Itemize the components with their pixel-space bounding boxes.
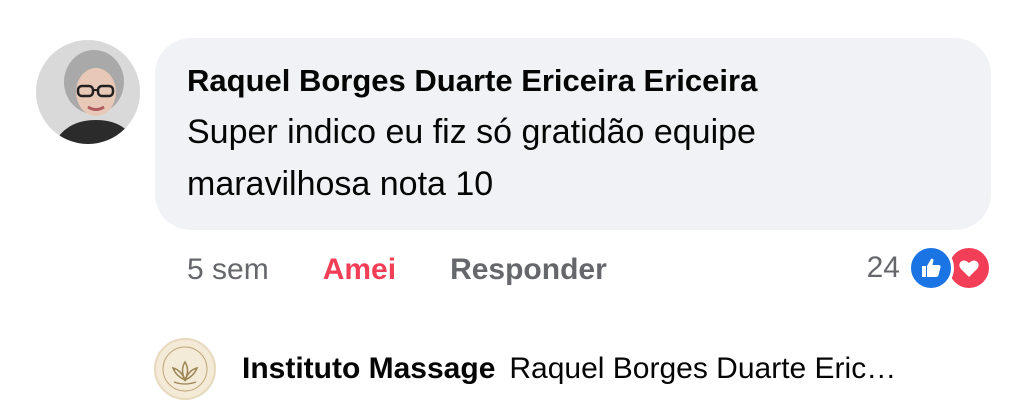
reply-button[interactable]: Responder [450, 253, 607, 287]
reply-author-name[interactable]: Instituto Massage [242, 352, 495, 386]
page-avatar[interactable] [154, 338, 216, 400]
reaction-count: 24 [866, 251, 900, 284]
comment-text-line-2: maravilhosa nota 10 [187, 165, 494, 203]
reply-preview[interactable]: Instituto Massage Raquel Borges Duarte E… [154, 336, 994, 402]
like-icon [908, 245, 954, 291]
reply-snippet: Raquel Borges Duarte Eric… [509, 352, 897, 385]
comment-timestamp[interactable]: 5 sem [187, 253, 269, 287]
comment-text: Super indico eu fiz só gratidão equipe m… [187, 106, 959, 210]
comment-text-line-1: Super indico eu fiz só gratidão equipe [187, 113, 756, 151]
comment-author-name[interactable]: Raquel Borges Duarte Ericeira Ericeira [187, 62, 959, 100]
commenter-avatar[interactable] [36, 40, 140, 144]
comment-bubble: Raquel Borges Duarte Ericeira Ericeira S… [155, 38, 991, 230]
reaction-summary[interactable]: 24 [866, 245, 992, 291]
reaction-button[interactable]: Amei [323, 253, 396, 287]
comment-actions: 5 sem Amei Responder [187, 248, 607, 292]
user-photo-avatar-icon [36, 40, 140, 144]
lotus-logo-avatar-icon [158, 342, 212, 396]
